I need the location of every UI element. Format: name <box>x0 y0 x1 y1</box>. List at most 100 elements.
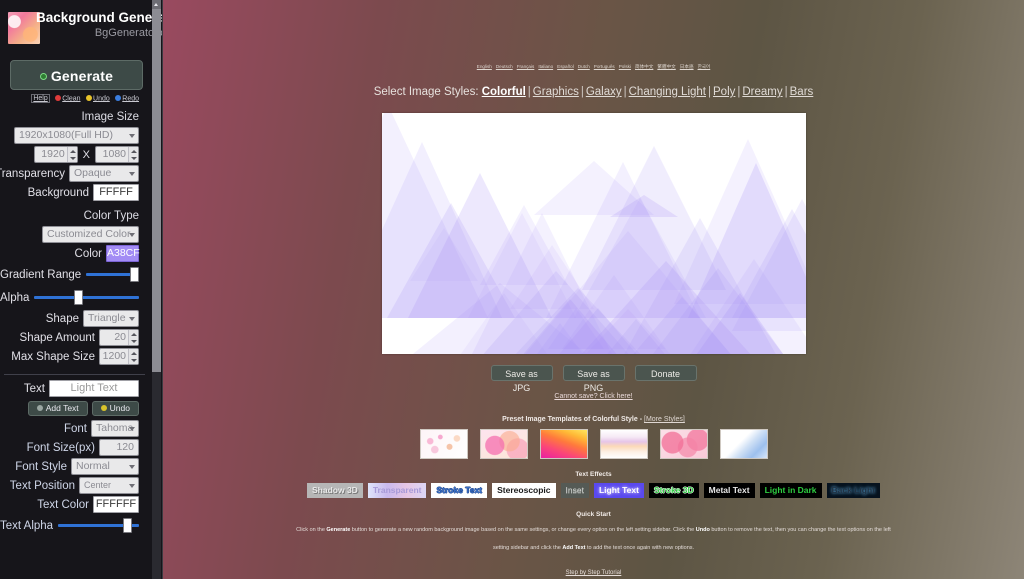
text-effect-light-in-dark[interactable]: Light in Dark <box>759 483 822 498</box>
clean-link[interactable]: Clean <box>54 94 81 102</box>
max-shape-size-row: Max Shape Size 1200 <box>0 347 153 366</box>
language-link-9[interactable]: 繁體中文 <box>657 64 675 70</box>
qs-addtext-bold: Add Text <box>562 545 586 551</box>
add-text-icon <box>36 405 43 411</box>
step-by-step-tutorial-link[interactable]: Step by Step Tutorial <box>566 570 622 576</box>
sidebar-scrollbar[interactable] <box>152 0 161 579</box>
language-link-11[interactable]: 한국어 <box>698 64 711 70</box>
font-select[interactable]: Tahoma <box>91 420 139 437</box>
text-alpha-label: Text Alpha <box>0 519 54 532</box>
shape-row: Shape Triangle <box>0 309 153 328</box>
image-size-heading: Image Size <box>81 111 139 123</box>
text-color-input[interactable]: FFFFFF <box>93 496 139 513</box>
language-link-3[interactable]: Italiano <box>538 64 553 70</box>
tutorial-link-row: Step by Step Tutorial <box>163 554 1024 579</box>
alpha-row: Alpha <box>0 286 153 309</box>
gradient-range-slider[interactable] <box>86 266 139 283</box>
max-shape-size-label: Max Shape Size <box>11 350 95 363</box>
language-link-1[interactable]: Deutsch <box>496 64 513 70</box>
clean-icon <box>54 94 61 101</box>
add-text-button[interactable]: Add Text <box>27 401 88 416</box>
undo-link[interactable]: Undo <box>85 94 110 102</box>
text-effects-row: Shadow 3D Transparent Stroke Text Stereosco… <box>163 478 1024 498</box>
text-effect-transparent[interactable]: Transparent <box>367 483 427 498</box>
style-separator: | <box>580 86 584 98</box>
style-link-graphics[interactable]: Graphics <box>533 86 579 98</box>
redo-link[interactable]: Redo <box>114 94 139 102</box>
gradient-range-thumb[interactable] <box>129 267 139 282</box>
text-effect-metal-text[interactable]: Metal Text <box>703 483 755 498</box>
more-styles-link[interactable]: [More Styles] <box>644 416 685 423</box>
text-effect-back-light[interactable]: Back Light <box>826 483 880 498</box>
text-effect-inset[interactable]: Inset <box>560 483 589 498</box>
text-effect-stroke-3d[interactable]: Stroke 3D <box>648 483 699 498</box>
text-undo-button[interactable]: Undo <box>91 401 139 416</box>
text-effect-light-text[interactable]: Light Text <box>593 483 644 498</box>
preset-thumb-circles-pink[interactable] <box>479 429 528 459</box>
language-link-0[interactable]: English <box>477 64 492 70</box>
language-link-8[interactable]: 简体中文 <box>635 64 653 70</box>
preset-thumb-triangles-blue[interactable] <box>719 429 768 459</box>
width-spinner[interactable] <box>66 147 77 162</box>
language-selector: English Deutsch Français Italiano Español Dut… <box>163 0 1024 70</box>
language-link-6[interactable]: Português <box>594 64 615 70</box>
text-position-select-wrap: Center <box>79 477 139 494</box>
style-separator: | <box>527 86 531 98</box>
max-shape-size-spinner[interactable] <box>128 349 138 364</box>
language-link-2[interactable]: Français <box>517 64 535 70</box>
scroll-up-arrow-icon[interactable] <box>152 0 161 9</box>
style-link-galaxy[interactable]: Galaxy <box>586 86 622 98</box>
language-link-5[interactable]: Dutch <box>578 64 590 70</box>
cannot-save-row: Cannot save? Click here! <box>163 381 1024 403</box>
text-effect-stroke-text[interactable]: Stroke Text <box>431 483 488 498</box>
preset-thumb-gradient-magenta[interactable] <box>539 429 588 459</box>
text-input[interactable]: Light Text <box>49 380 139 397</box>
style-link-changing-light[interactable]: Changing Light <box>629 86 706 98</box>
font-size-input[interactable]: 120 <box>99 439 139 456</box>
font-size-label: Font Size(px) <box>26 441 95 454</box>
generated-background-preview[interactable] <box>381 113 806 354</box>
style-link-colorful[interactable]: Colorful <box>482 86 526 98</box>
alpha-slider[interactable] <box>34 289 139 306</box>
save-as-jpg-button[interactable]: Save as JPG <box>490 365 553 393</box>
preset-thumb-dots-rose[interactable] <box>659 429 708 459</box>
generate-dot-icon <box>39 73 47 80</box>
language-link-10[interactable]: 日本語 <box>680 64 694 70</box>
generate-button[interactable]: Generate <box>10 60 143 90</box>
style-separator: | <box>623 86 627 98</box>
transparency-select[interactable]: Opaque <box>69 165 139 182</box>
text-alpha-slider[interactable] <box>58 517 139 534</box>
preset-thumb-waves-peach[interactable] <box>599 429 648 459</box>
alpha-thumb[interactable] <box>73 290 83 305</box>
image-size-preset-row: 1920x1080(Full HD) <box>0 126 153 145</box>
image-size-preset-select[interactable]: 1920x1080(Full HD) <box>14 127 139 144</box>
help-link[interactable]: Help <box>31 94 50 103</box>
quick-start-paragraph-1: Click on the Generate button to generate… <box>163 518 1024 536</box>
donate-button[interactable]: Donate <box>634 365 697 381</box>
text-effect-stereoscopic[interactable]: Stereoscopic <box>492 483 556 498</box>
font-style-select[interactable]: Normal <box>71 458 139 475</box>
save-as-png-button[interactable]: Save as PNG <box>562 365 625 393</box>
language-link-7[interactable]: Polski <box>619 64 631 70</box>
preset-thumb-bokeh-pink[interactable] <box>419 429 468 459</box>
text-effects-heading: Text Effects <box>575 471 612 478</box>
color-mode-select[interactable]: Customized Color <box>42 226 139 243</box>
color-hex-input[interactable]: A38CF <box>106 245 140 262</box>
cannot-save-link[interactable]: Cannot save? Click here! <box>554 393 632 400</box>
height-spinner[interactable] <box>128 147 138 162</box>
background-color-input[interactable]: FFFFF <box>93 184 139 201</box>
text-effect-shadow-3d[interactable]: Shadow 3D <box>307 483 363 498</box>
language-link-4[interactable]: Español <box>557 64 574 70</box>
text-position-select[interactable]: Center <box>79 477 139 494</box>
text-alpha-thumb[interactable] <box>122 518 132 533</box>
style-link-bars[interactable]: Bars <box>790 86 814 98</box>
brand-header: Background Generator BgGenerator.com <box>0 0 162 50</box>
text-color-label: Text Color <box>37 498 89 511</box>
scrollbar-thumb[interactable] <box>152 9 161 372</box>
style-link-dreamy[interactable]: Dreamy <box>742 86 782 98</box>
shape-label: Shape <box>45 312 79 325</box>
shape-select[interactable]: Triangle <box>83 310 139 327</box>
undo-circle-icon <box>100 405 107 411</box>
shape-amount-spinner[interactable] <box>128 330 138 345</box>
style-link-poly[interactable]: Poly <box>713 86 735 98</box>
